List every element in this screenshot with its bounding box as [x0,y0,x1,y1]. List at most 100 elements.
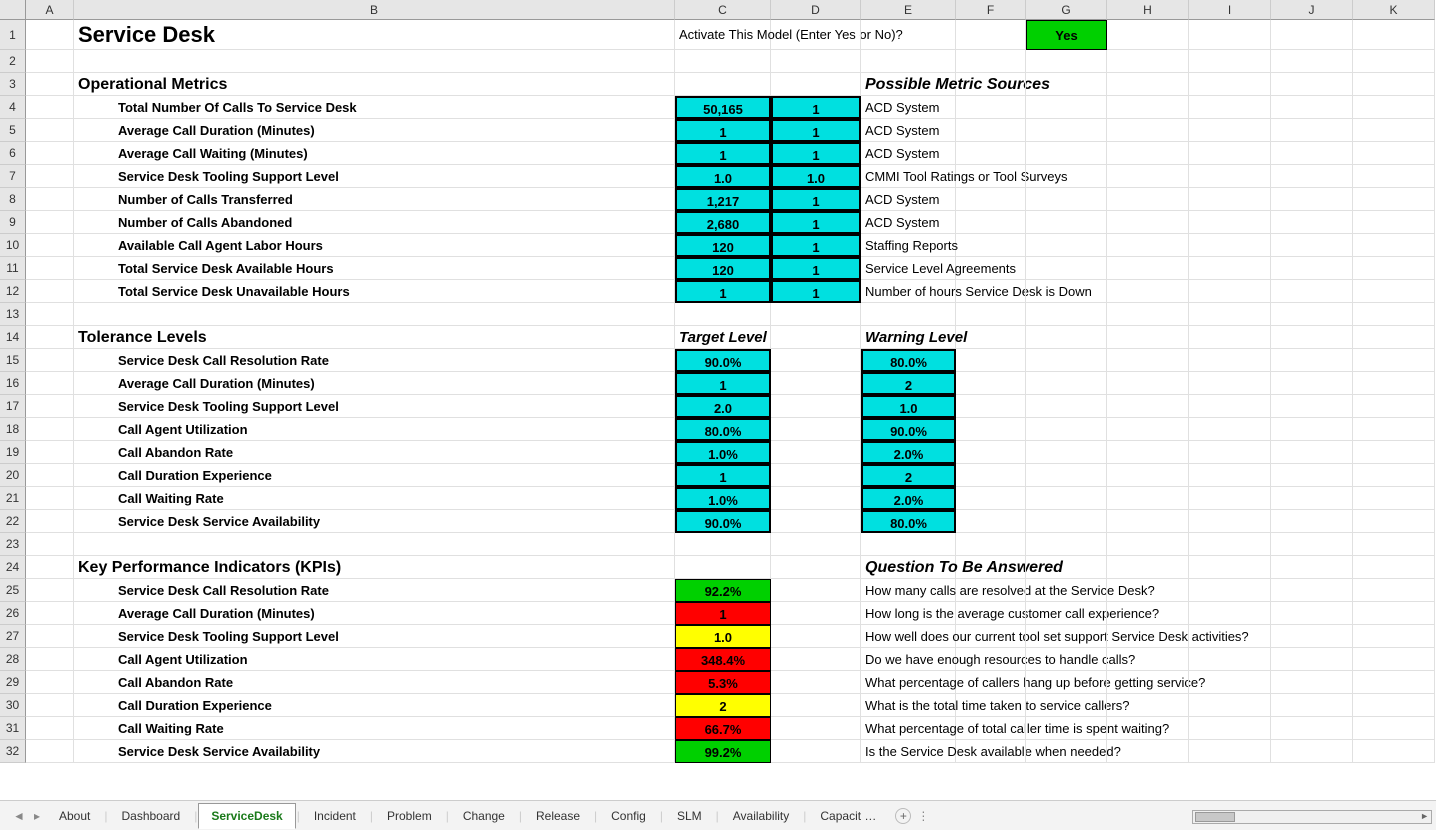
metric-label[interactable]: Total Number Of Calls To Service Desk [74,96,675,119]
tolerance-target[interactable]: 1 [675,464,771,487]
cell[interactable] [1026,211,1107,234]
cell[interactable] [1107,418,1189,441]
cell[interactable] [1271,441,1353,464]
kpi-question[interactable]: What percentage of total caller time is … [861,717,956,740]
cell[interactable] [1026,625,1107,648]
row-header-19[interactable]: 19 [0,441,26,464]
row-header-31[interactable]: 31 [0,717,26,740]
cell[interactable] [1026,73,1107,96]
cell[interactable] [1189,418,1271,441]
cell[interactable] [956,211,1026,234]
cell[interactable] [1026,441,1107,464]
cell[interactable] [1026,96,1107,119]
nav-first-icon[interactable]: ◄ [10,809,28,823]
cell[interactable] [1353,418,1435,441]
kpi-question[interactable]: How many calls are resolved at the Servi… [861,579,956,602]
cell[interactable] [861,50,956,73]
cell[interactable] [1107,717,1189,740]
cell[interactable] [956,119,1026,142]
cell[interactable] [1189,441,1271,464]
metric-value-c[interactable]: 1.0 [675,165,771,188]
cell[interactable] [1026,188,1107,211]
cell[interactable] [956,280,1026,303]
metric-value-d[interactable]: 1 [771,234,861,257]
row-header-26[interactable]: 26 [0,602,26,625]
cell[interactable] [26,96,74,119]
cell[interactable] [1189,142,1271,165]
cell[interactable] [1189,694,1271,717]
cell[interactable] [771,73,861,96]
cell[interactable] [1026,602,1107,625]
kpi-value[interactable]: 348.4% [675,648,771,671]
metric-source[interactable]: CMMI Tool Ratings or Tool Surveys [861,165,956,188]
col-header-H[interactable]: H [1107,0,1189,20]
cell[interactable] [1026,372,1107,395]
cell[interactable] [26,234,74,257]
cell[interactable] [675,303,771,326]
metric-value-c[interactable]: 2,680 [675,211,771,234]
cell[interactable] [1353,50,1435,73]
cell[interactable] [771,671,861,694]
row-header-22[interactable]: 22 [0,510,26,533]
cell[interactable] [1026,119,1107,142]
cell[interactable] [771,717,861,740]
cell[interactable] [1026,464,1107,487]
cell[interactable] [1271,533,1353,556]
tab-problem[interactable]: Problem [374,803,445,829]
cell[interactable] [956,349,1026,372]
cell[interactable] [1026,50,1107,73]
row-header-16[interactable]: 16 [0,372,26,395]
cell[interactable] [1189,556,1271,579]
cell[interactable] [956,533,1026,556]
cell[interactable] [1026,510,1107,533]
row-header-29[interactable]: 29 [0,671,26,694]
metric-label[interactable]: Total Service Desk Available Hours [74,257,675,280]
tab-release[interactable]: Release [523,803,593,829]
cell[interactable] [771,395,861,418]
nav-prev-icon[interactable]: ▸ [28,809,46,823]
cell[interactable] [1353,349,1435,372]
row-header-7[interactable]: 7 [0,165,26,188]
tolerance-target[interactable]: 2.0 [675,395,771,418]
cell[interactable] [1271,395,1353,418]
cell[interactable] [1189,717,1271,740]
cell[interactable] [1189,349,1271,372]
cell[interactable] [1026,487,1107,510]
cell[interactable] [1189,326,1271,349]
cell[interactable] [1026,280,1107,303]
cell[interactable] [26,740,74,763]
cell[interactable] [1107,165,1189,188]
col-header-C[interactable]: C [675,0,771,20]
page-title[interactable]: Service Desk [74,20,675,50]
tolerance-label[interactable]: Service Desk Service Availability [74,510,675,533]
metric-value-d[interactable]: 1.0 [771,165,861,188]
cell[interactable] [1107,556,1189,579]
cell[interactable] [1353,234,1435,257]
kpi-label[interactable]: Call Duration Experience [74,694,675,717]
cell[interactable] [1189,625,1271,648]
row-header-27[interactable]: 27 [0,625,26,648]
section-kpi[interactable]: Key Performance Indicators (KPIs) [74,556,675,579]
cell[interactable] [1189,234,1271,257]
cell[interactable] [1271,510,1353,533]
row-header-25[interactable]: 25 [0,579,26,602]
target-header[interactable]: Target Level [675,326,771,349]
cell[interactable] [1271,625,1353,648]
cell[interactable] [1353,602,1435,625]
kpi-label[interactable]: Service Desk Tooling Support Level [74,625,675,648]
warning-header[interactable]: Warning Level [861,326,956,349]
tab-incident[interactable]: Incident [301,803,369,829]
cell[interactable] [1189,395,1271,418]
tolerance-target[interactable]: 1.0% [675,487,771,510]
kpi-question[interactable]: How long is the average customer call ex… [861,602,956,625]
section-operational[interactable]: Operational Metrics [74,73,675,96]
row-header-20[interactable]: 20 [0,464,26,487]
cell[interactable] [1271,211,1353,234]
cell[interactable] [1026,533,1107,556]
cell[interactable] [956,556,1026,579]
cell[interactable] [1189,533,1271,556]
tolerance-label[interactable]: Call Waiting Rate [74,487,675,510]
cell[interactable] [1107,602,1189,625]
cell[interactable] [956,73,1026,96]
kpi-value[interactable]: 99.2% [675,740,771,763]
